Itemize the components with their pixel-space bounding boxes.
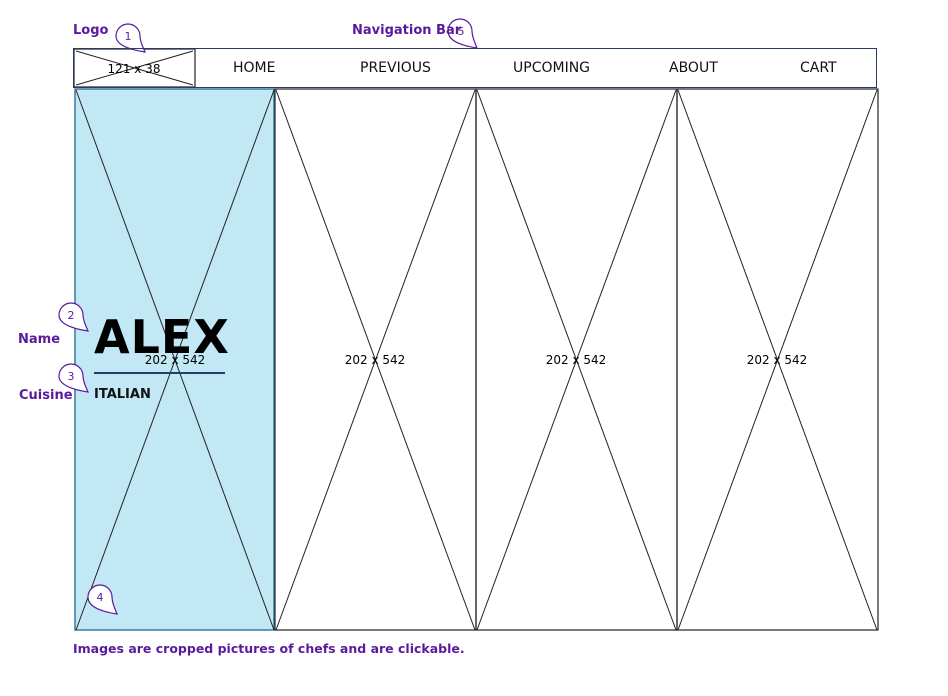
chef-cuisine: ITALIAN [94, 387, 151, 402]
nav-home-link[interactable]: HOME [233, 60, 275, 76]
marker-2-number: 2 [68, 309, 75, 322]
chef-name: ALEX [94, 310, 230, 364]
marker-1-number: 1 [125, 30, 132, 43]
chef-name-divider [94, 372, 225, 374]
annotation-cuisine: Cuisine [19, 388, 73, 403]
nav-cart-link[interactable]: CART [800, 60, 837, 76]
nav-upcoming-link[interactable]: UPCOMING [513, 60, 590, 76]
annotation-navigation-bar: Navigation Bar [352, 23, 462, 38]
navigation-bar [73, 48, 877, 88]
nav-about-link[interactable]: ABOUT [669, 60, 718, 76]
nav-previous-link[interactable]: PREVIOUS [360, 60, 431, 76]
chef-image-2[interactable] [276, 89, 476, 630]
chef-image-4[interactable] [678, 89, 878, 630]
annotation-logo: Logo [73, 23, 109, 38]
footer-note: Images are cropped pictures of chefs and… [73, 641, 465, 656]
marker-3-number: 3 [68, 370, 75, 383]
annotation-name: Name [18, 332, 61, 347]
chef-image-3[interactable] [477, 89, 677, 630]
